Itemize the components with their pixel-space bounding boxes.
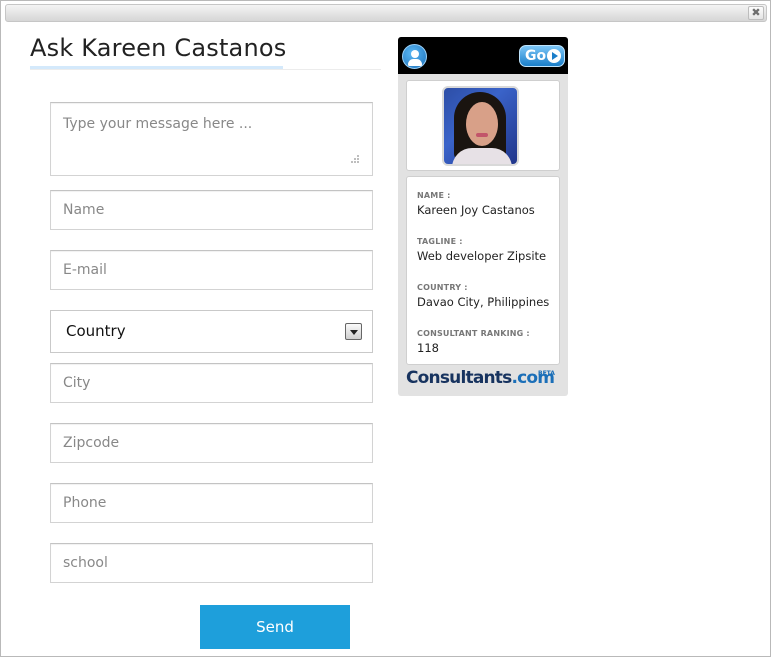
country-value: Davao City, Philippines <box>417 295 550 309</box>
name-field[interactable] <box>50 190 373 230</box>
brand-main: Consultants <box>406 368 512 388</box>
name-label: NAME : <box>417 191 451 200</box>
zipcode-field[interactable] <box>50 423 373 463</box>
school-field[interactable] <box>50 543 373 583</box>
phone-field[interactable] <box>50 483 373 523</box>
profile-photo[interactable] <box>442 86 519 166</box>
country-label: COUNTRY : <box>417 283 468 292</box>
close-icon[interactable]: ✖ <box>748 6 764 20</box>
country-select-value: Country <box>66 322 126 340</box>
ask-dialog: ✖ Ask Kareen Castanos Country Send Go <box>0 0 771 657</box>
consultants-logo[interactable]: Consultants.com <box>406 368 555 388</box>
city-field[interactable] <box>50 363 373 403</box>
profile-info-card: NAME : Kareen Joy Castanos TAGLINE : Web… <box>406 176 560 365</box>
ranking-value: 118 <box>417 341 439 355</box>
go-arrow-icon <box>547 49 561 63</box>
dialog-title: Ask Kareen Castanos <box>30 34 287 62</box>
go-button[interactable]: Go <box>519 45 565 67</box>
consultant-widget: Go NAME : Kareen Joy Castanos TAGLINE : … <box>398 37 568 396</box>
dialog-titlebar: ✖ <box>5 4 767 22</box>
ranking-label: CONSULTANT RANKING : <box>417 329 530 338</box>
beta-badge: BETA <box>538 370 555 377</box>
send-button[interactable]: Send <box>200 605 350 649</box>
country-select[interactable]: Country <box>50 310 373 353</box>
dropdown-arrow-icon[interactable] <box>345 323 362 340</box>
user-icon[interactable] <box>402 44 427 69</box>
title-divider <box>30 69 381 70</box>
go-label: Go <box>525 48 547 64</box>
resize-grip-icon[interactable] <box>347 153 361 165</box>
message-field[interactable] <box>50 102 373 176</box>
tagline-value: Web developer Zipsite <box>417 249 547 263</box>
email-field[interactable] <box>50 250 373 290</box>
profile-photo-card <box>406 80 560 171</box>
tagline-label: TAGLINE : <box>417 237 463 246</box>
widget-header: Go <box>398 37 568 74</box>
name-value: Kareen Joy Castanos <box>417 203 535 217</box>
